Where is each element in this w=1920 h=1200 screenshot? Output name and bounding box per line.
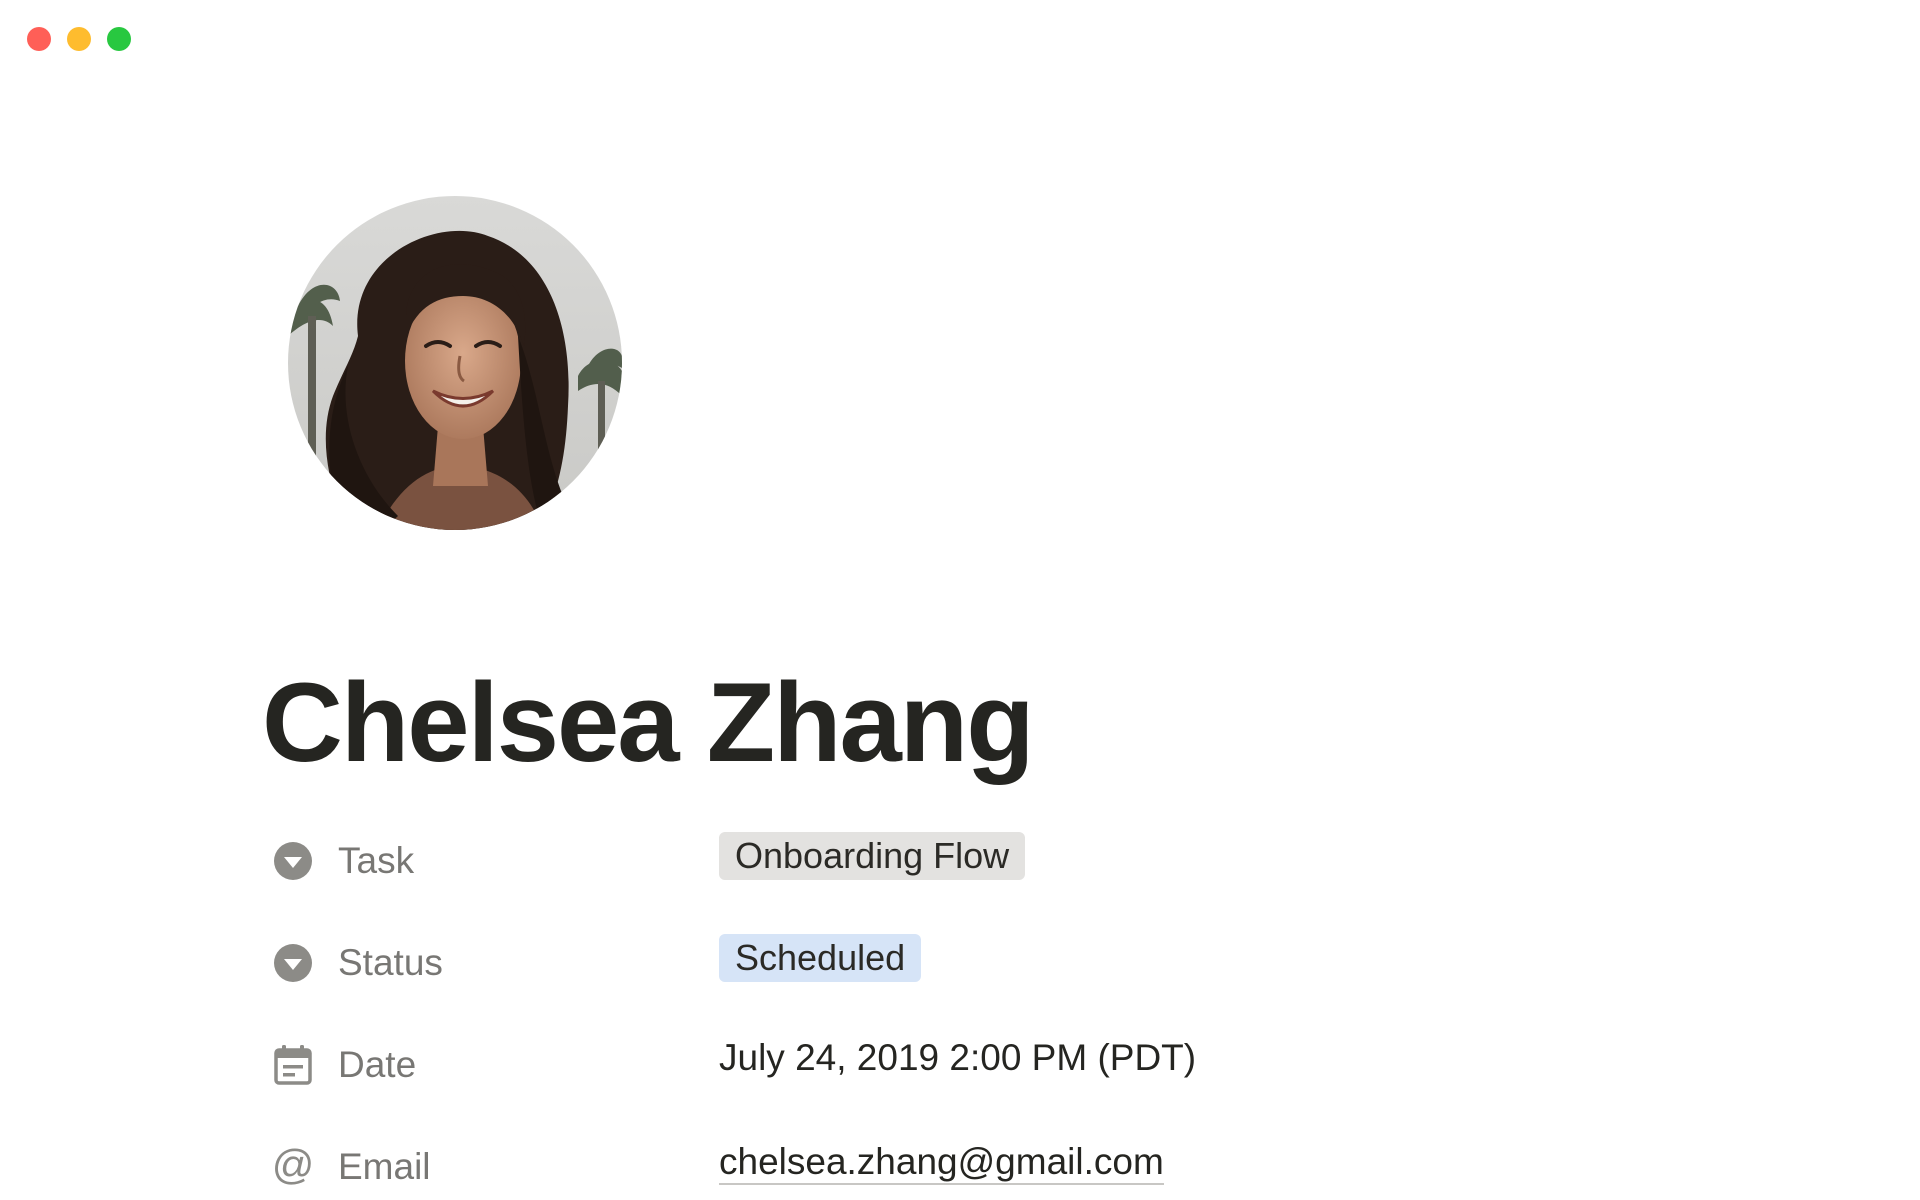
property-row-task[interactable]: Task Onboarding Flow bbox=[270, 832, 1670, 934]
property-value-email[interactable]: chelsea.zhang@gmail.com bbox=[719, 1138, 1164, 1186]
select-icon bbox=[272, 942, 314, 984]
property-row-status[interactable]: Status Scheduled bbox=[270, 934, 1670, 1036]
email-link[interactable]: chelsea.zhang@gmail.com bbox=[719, 1141, 1164, 1185]
date-value: July 24, 2019 2:00 PM (PDT) bbox=[719, 1037, 1197, 1078]
property-name-status[interactable]: Status bbox=[338, 939, 443, 987]
property-value-date[interactable]: July 24, 2019 2:00 PM (PDT) bbox=[719, 1036, 1196, 1084]
minimize-window-button[interactable] bbox=[67, 27, 91, 51]
avatar[interactable] bbox=[288, 196, 622, 530]
property-name-date[interactable]: Date bbox=[338, 1041, 416, 1089]
profile-photo bbox=[288, 196, 622, 530]
window-controls bbox=[27, 27, 131, 51]
status-badge[interactable]: Scheduled bbox=[719, 934, 922, 982]
at-icon: @ bbox=[272, 1146, 314, 1188]
property-name-task[interactable]: Task bbox=[338, 837, 414, 885]
property-row-email[interactable]: @ Email chelsea.zhang@gmail.com bbox=[270, 1138, 1670, 1200]
svg-text:@: @ bbox=[272, 1146, 314, 1188]
task-tag[interactable]: Onboarding Flow bbox=[719, 832, 1026, 880]
calendar-icon bbox=[272, 1044, 314, 1086]
property-value-status[interactable]: Scheduled bbox=[719, 934, 922, 982]
property-value-task[interactable]: Onboarding Flow bbox=[719, 832, 1026, 880]
select-icon bbox=[272, 840, 314, 882]
close-window-button[interactable] bbox=[27, 27, 51, 51]
properties-list: Task Onboarding Flow Status Scheduled Da… bbox=[270, 832, 1670, 1200]
zoom-window-button[interactable] bbox=[107, 27, 131, 51]
property-name-email[interactable]: Email bbox=[338, 1143, 431, 1191]
page-title[interactable]: Chelsea Zhang bbox=[262, 658, 1035, 788]
property-row-date[interactable]: Date July 24, 2019 2:00 PM (PDT) bbox=[270, 1036, 1670, 1138]
